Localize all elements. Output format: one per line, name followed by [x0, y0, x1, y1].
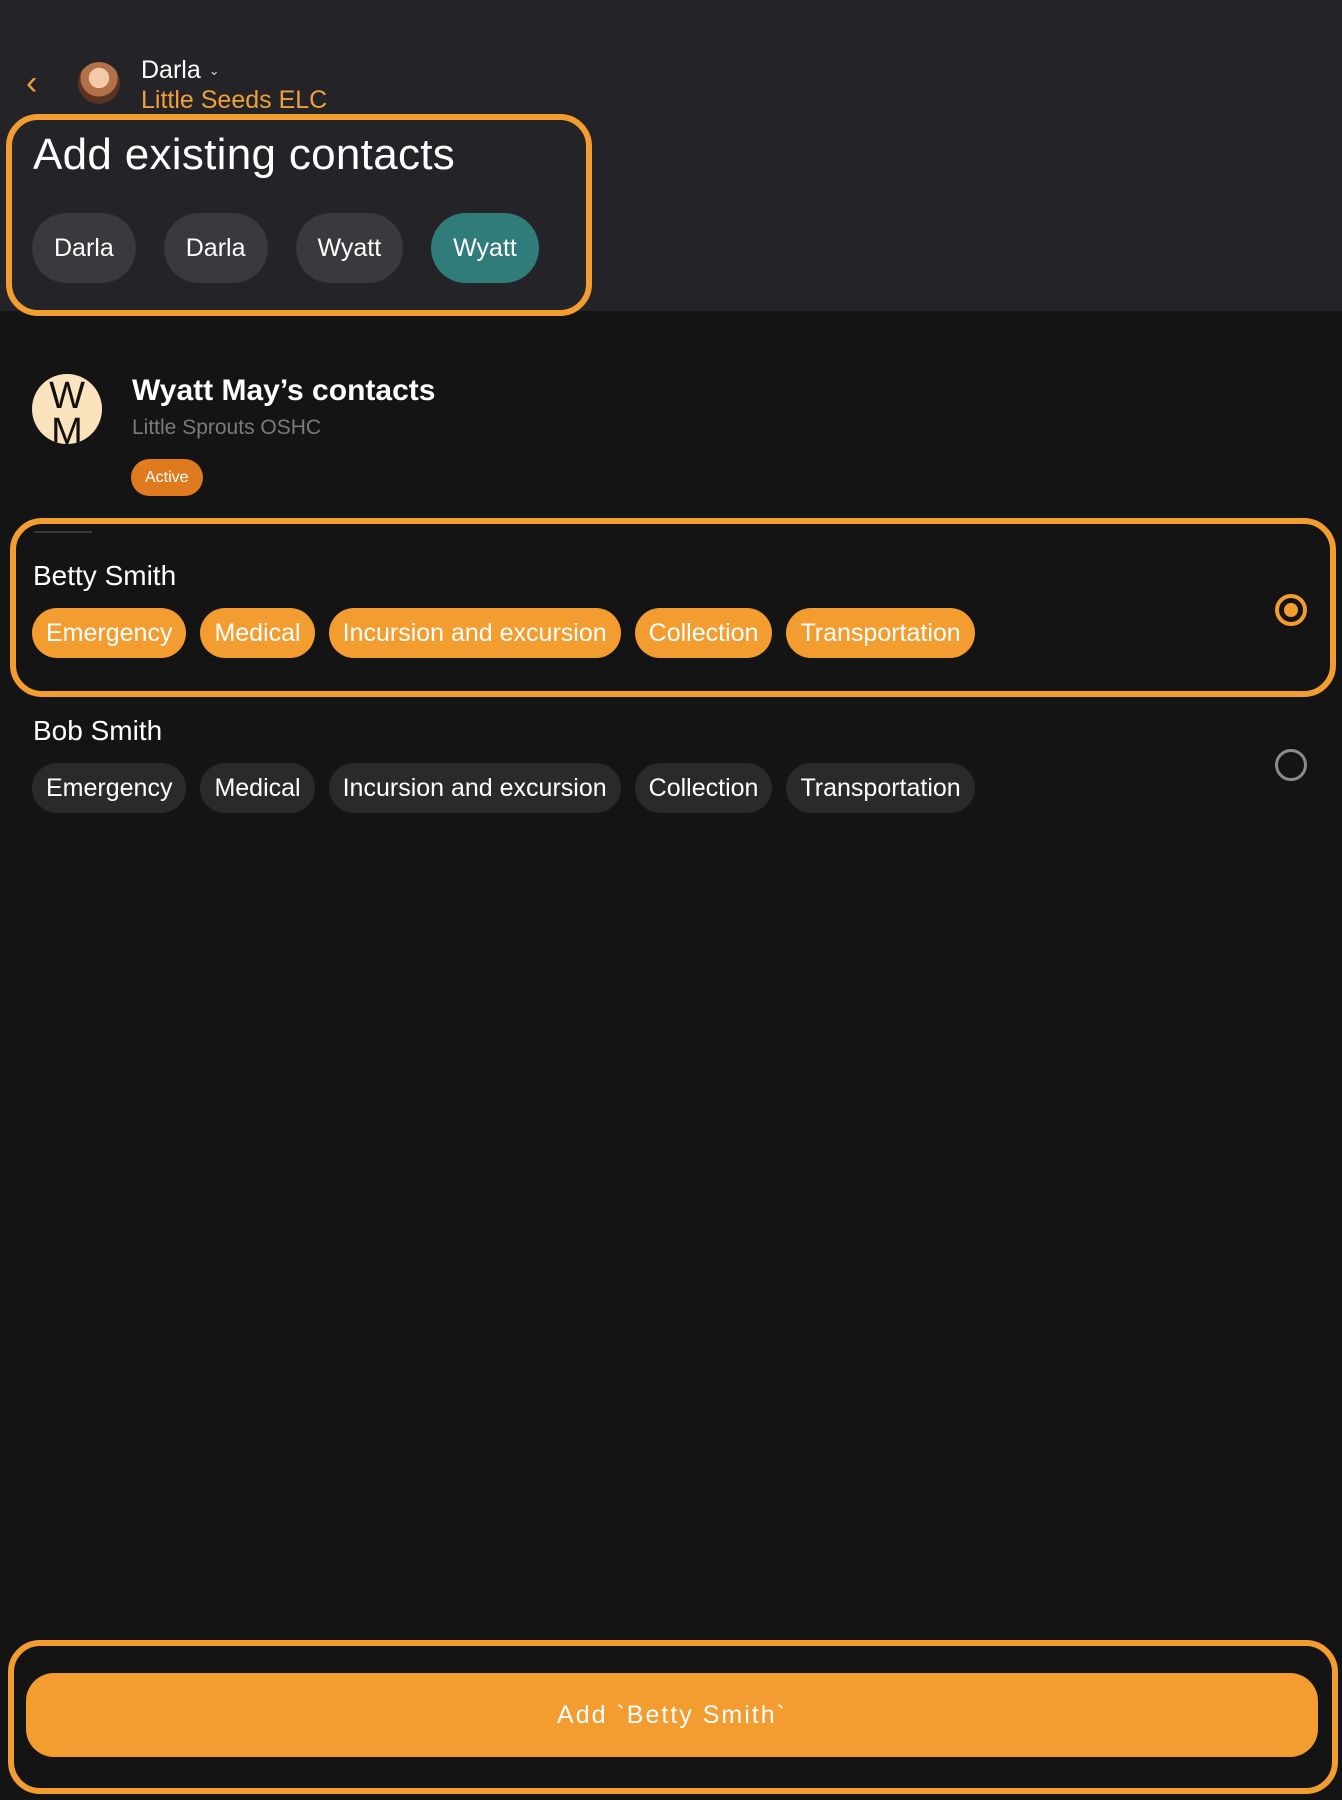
contact-tag: Medical — [200, 763, 315, 813]
contact-row-bob-smith[interactable]: Bob Smith Emergency Medical Incursion an… — [0, 707, 1342, 857]
add-contact-button[interactable]: Add `Betty Smith` — [26, 1673, 1318, 1757]
contact-tag: Emergency — [32, 763, 187, 813]
contact-radio-unchecked[interactable] — [1275, 749, 1307, 781]
status-badge: Active — [131, 459, 203, 496]
chevron-down-icon: ⌄ — [208, 63, 220, 79]
group-avatar: W M — [32, 374, 102, 444]
contact-name: Bob Smith — [33, 715, 163, 746]
contact-tags: Emergency Medical Incursion and excursio… — [32, 763, 975, 813]
page: ‹ Darla ⌄ Little Seeds ELC Add existing c… — [0, 0, 1342, 1800]
contact-tag: Transportation — [786, 763, 975, 813]
group-title: Wyatt May’s contacts — [132, 374, 436, 407]
child-name: Darla — [141, 56, 201, 84]
service-name: Little Seeds ELC — [141, 86, 328, 114]
contact-tag: Collection — [634, 763, 773, 813]
highlight-frame — [10, 518, 1336, 697]
highlight-frame — [6, 114, 592, 316]
child-switcher[interactable]: Darla ⌄ — [141, 56, 220, 85]
contact-tag: Incursion and excursion — [328, 763, 621, 813]
child-avatar — [78, 62, 120, 104]
chevron-left-icon[interactable]: ‹ — [26, 66, 50, 100]
group-subtitle: Little Sprouts OSHC — [132, 416, 322, 439]
